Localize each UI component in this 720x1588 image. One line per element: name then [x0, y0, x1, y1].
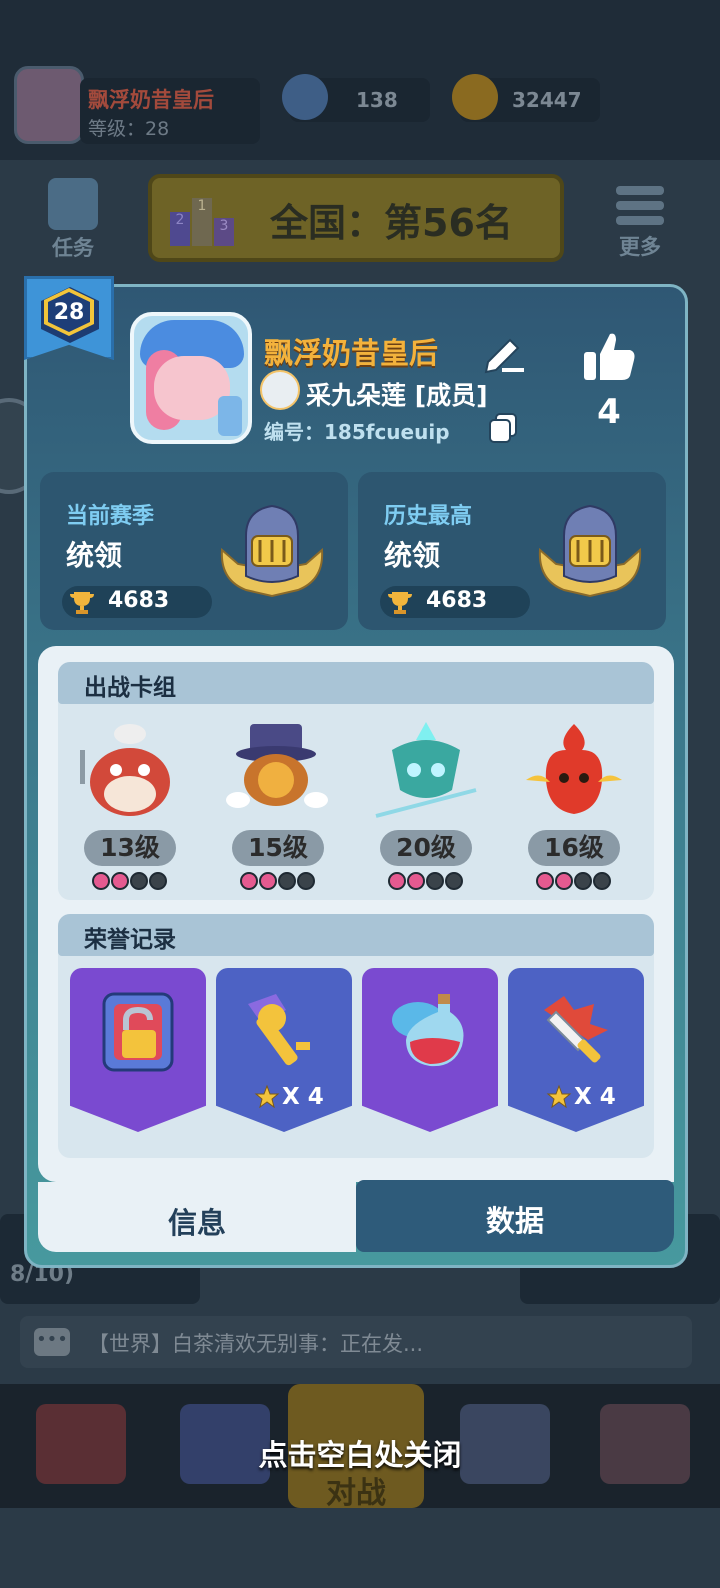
ice-spirit-icon — [375, 722, 477, 818]
chat-preview: 【世界】白茶清欢无别事：正在发... — [88, 1332, 424, 1356]
like-count: 4 — [597, 392, 621, 432]
unit-level: 15级 — [232, 830, 324, 866]
podium-second: 2 — [170, 212, 190, 246]
top-player-level: 等级：28 — [88, 118, 170, 140]
gem-count: 138 — [356, 88, 398, 112]
honor-records-section: 荣誉记录 X 4 X 4 — [58, 914, 654, 1158]
trophy-icon — [388, 592, 412, 614]
unit-level: 16级 — [528, 830, 620, 866]
honor-badge-4[interactable]: X 4 — [508, 968, 644, 1132]
deck-unit-1[interactable]: 13级 — [60, 716, 200, 896]
honor-badge-3[interactable] — [362, 968, 498, 1132]
best-trophy-value: 4683 — [426, 588, 488, 613]
top-avatar[interactable] — [14, 66, 84, 144]
honor-records-title: 荣誉记录 — [84, 927, 176, 953]
current-season-trophies: 4683 — [62, 586, 212, 618]
honor-badge-1[interactable] — [70, 968, 206, 1132]
deck-unit-3[interactable]: 20级 — [356, 716, 496, 896]
chef-monster-icon — [80, 724, 170, 816]
tab-data[interactable]: 数据 — [356, 1180, 674, 1252]
commander-helmet-icon — [538, 504, 642, 598]
honor-count: X 4 — [574, 1084, 616, 1110]
unit-star-dots — [536, 872, 626, 892]
current-season-title: 当前赛季 — [66, 504, 155, 529]
battle-deck-title: 出战卡组 — [84, 675, 176, 701]
fire-bird-icon — [526, 724, 622, 814]
unit-star-dots — [92, 872, 182, 892]
player-name: 飘浮奶昔皇后 — [264, 336, 439, 370]
clan-emblem-icon — [260, 370, 300, 410]
battle-deck-header: 出战卡组 — [58, 662, 654, 704]
unit-star-dots — [240, 872, 330, 892]
current-season-rank: 统领 — [66, 539, 123, 572]
commander-helmet-icon — [220, 504, 324, 598]
star-icon — [254, 1084, 280, 1109]
podium-icon: 2 1 3 — [170, 196, 234, 246]
clipboard-icon — [48, 178, 98, 230]
player-id: 编号：185fcueuip — [264, 420, 450, 444]
best-season-title: 历史最高 — [384, 504, 473, 529]
gem-icon — [282, 74, 328, 120]
coin-icon — [452, 74, 498, 120]
tap-to-close-hint[interactable]: 点击空白处关闭 — [0, 1432, 720, 1474]
podium-first: 1 — [192, 198, 212, 246]
more-label: 更多 — [619, 235, 661, 259]
flaming-sword-icon — [544, 996, 608, 1063]
tab-info-label: 信息 — [167, 1206, 226, 1240]
coin-count: 32447 — [512, 88, 582, 112]
battle-deck-section: 出战卡组 13级 15级 20级 16级 — [58, 662, 654, 900]
level-badge-content: 28 — [24, 276, 114, 360]
world-chat-bar[interactable]: ••• 【世界】白茶清欢无别事：正在发... — [20, 1316, 692, 1368]
thumbs-up-icon[interactable] — [582, 330, 636, 382]
tab-data-label: 数据 — [485, 1204, 544, 1238]
potion-bottle-icon — [392, 994, 464, 1067]
padlock-card-icon — [102, 992, 174, 1072]
best-season-card: 历史最高 统领 4683 — [358, 472, 666, 630]
unit-star-dots — [388, 872, 478, 892]
edit-pencil-icon[interactable] — [480, 330, 528, 374]
clan-name[interactable]: 采九朵莲 [成员] — [306, 376, 488, 412]
honor-badge-2[interactable]: X 4 — [216, 968, 352, 1132]
current-season-card: 当前赛季 统领 4683 — [40, 472, 348, 630]
deck-unit-4[interactable]: 16级 — [504, 716, 644, 896]
battle-label: 对战 — [326, 1476, 386, 1511]
unit-level: 20级 — [380, 830, 472, 866]
current-trophy-value: 4683 — [108, 588, 170, 613]
honor-records-header: 荣誉记录 — [58, 914, 654, 956]
profile-info-panel: 出战卡组 13级 15级 20级 16级 荣誉记录 X 4 X 4 — [38, 646, 674, 1182]
player-avatar[interactable] — [130, 312, 252, 444]
national-rank-text: 全国：第56名 — [270, 201, 513, 245]
tasks-button[interactable]: 任务 — [44, 178, 102, 260]
honor-count: X 4 — [282, 1084, 324, 1110]
best-season-rank: 统领 — [384, 539, 441, 572]
chat-bubble-icon: ••• — [34, 1328, 70, 1356]
top-player-name: 飘浮奶昔皇后 — [88, 88, 214, 112]
podium-third: 3 — [214, 218, 234, 246]
star-icon — [546, 1084, 572, 1109]
tab-info[interactable]: 信息 — [38, 1182, 356, 1252]
deck-unit-2[interactable]: 15级 — [208, 716, 348, 896]
player-level: 28 — [53, 300, 85, 325]
golden-key-icon — [248, 994, 310, 1066]
trophy-icon — [70, 592, 94, 614]
unit-level: 13级 — [84, 830, 176, 866]
magician-icon — [226, 724, 328, 808]
copy-icon[interactable] — [486, 410, 520, 444]
tasks-label: 任务 — [52, 236, 94, 260]
menu-icon — [610, 186, 670, 225]
more-button[interactable]: 更多 — [610, 186, 670, 266]
national-rank-banner[interactable]: 2 1 3 全国：第56名 — [148, 174, 564, 262]
best-season-trophies: 4683 — [380, 586, 530, 618]
